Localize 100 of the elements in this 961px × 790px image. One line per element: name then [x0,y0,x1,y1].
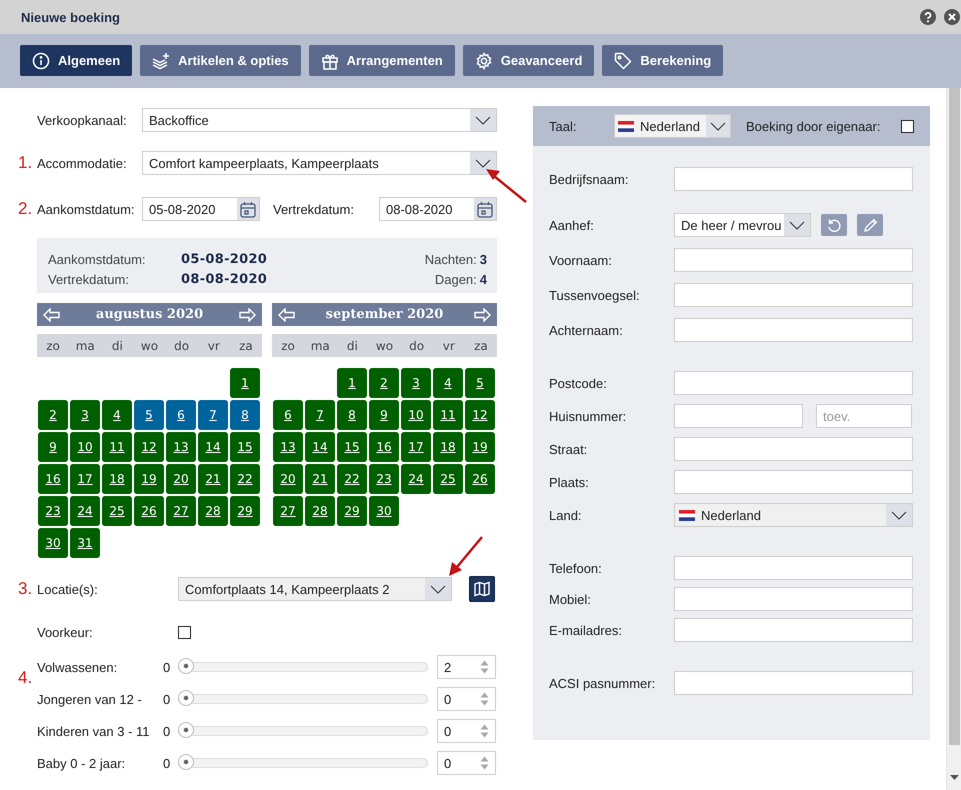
input-field[interactable] [674,248,913,272]
tab[interactable]: Geavanceerd [462,45,594,76]
calendar-day[interactable]: 5 [134,400,164,430]
calendar-day[interactable]: 21 [305,464,335,494]
calendar-day[interactable]: 30 [38,528,68,558]
map-button[interactable] [469,576,495,602]
calendar-day[interactable]: 26 [134,496,164,526]
close-icon[interactable] [944,9,960,25]
checkbox[interactable] [178,626,191,638]
calendar-day[interactable]: 24 [70,496,100,526]
calendar-day[interactable]: 1 [337,368,367,398]
help-icon[interactable] [920,9,936,25]
calendar-day[interactable]: 24 [401,464,431,494]
calendar-day[interactable]: 16 [369,432,399,462]
calendar-day[interactable]: 3 [70,400,100,430]
calendar-day[interactable]: 31 [70,528,100,558]
calendar-day[interactable]: 7 [198,400,228,430]
next-month-icon[interactable] [239,308,256,322]
spinner-arrows-icon[interactable] [480,755,489,771]
checkbox[interactable] [901,120,914,132]
scrollbar[interactable] [946,88,961,790]
calendar-day[interactable]: 28 [305,496,335,526]
calendar-day[interactable]: 15 [337,432,367,462]
slider-thumb[interactable] [178,690,194,706]
calendar-day[interactable]: 20 [166,464,196,494]
calendar-day[interactable]: 17 [401,432,431,462]
calendar-day[interactable]: 15 [230,432,260,462]
departure-date-field[interactable]: 08-08-2020 [379,197,497,221]
calendar-day[interactable]: 9 [38,432,68,462]
calendar-day[interactable]: 13 [166,432,196,462]
reset-button[interactable] [821,214,847,236]
calendar-day[interactable]: 25 [102,496,132,526]
input-field[interactable]: toev. [816,404,912,428]
scroll-down-icon[interactable] [950,775,958,780]
number-field[interactable]: 2 [437,655,496,679]
tab[interactable]: Berekening [602,45,724,76]
previous-month-icon[interactable] [43,308,60,322]
input-field[interactable] [674,470,913,494]
calendar-day[interactable]: 14 [198,432,228,462]
slider-thumb[interactable] [178,658,194,674]
calendar-day[interactable]: 18 [433,432,463,462]
country-select[interactable]: Nederland [674,503,913,527]
input-field[interactable] [674,318,913,342]
calendar-day[interactable]: 7 [305,400,335,430]
tab[interactable]: Arrangementen [308,45,455,76]
calendar-day[interactable]: 17 [70,464,100,494]
calendar-day[interactable]: 14 [305,432,335,462]
calendar-day[interactable]: 22 [230,464,260,494]
language-select[interactable]: Nederland [614,114,731,138]
spinner-arrows-icon[interactable] [480,691,489,707]
calendar-day[interactable]: 13 [273,432,303,462]
accommodation-select[interactable]: Comfort kampeerplaats, Kampeerplaats [142,151,497,175]
input-field[interactable] [674,167,913,191]
calendar-day[interactable]: 10 [70,432,100,462]
input-field[interactable] [674,437,913,461]
calendar-day[interactable]: 10 [401,400,431,430]
calendar-day[interactable]: 2 [38,400,68,430]
calendar-day[interactable]: 16 [38,464,68,494]
scrollbar-thumb[interactable] [948,88,960,745]
calendar-day[interactable]: 22 [337,464,367,494]
next-month-icon[interactable] [474,308,491,322]
calendar-day[interactable]: 5 [465,368,495,398]
calendar-day[interactable]: 23 [369,464,399,494]
calendar-day[interactable]: 8 [230,400,260,430]
number-field[interactable]: 0 [437,687,496,711]
calendar-day[interactable]: 18 [102,464,132,494]
calendar-day[interactable]: 6 [166,400,196,430]
number-field[interactable]: 0 [437,719,496,743]
slider-thumb[interactable] [178,754,194,770]
input-field[interactable] [674,371,913,395]
calendar-day[interactable]: 12 [134,432,164,462]
calendar-icon[interactable] [240,200,256,218]
calendar-day[interactable]: 27 [166,496,196,526]
input-field[interactable] [674,671,913,695]
calendar-day[interactable]: 19 [465,432,495,462]
input-field[interactable] [674,556,913,580]
input-field[interactable] [674,283,913,307]
calendar-day[interactable]: 21 [198,464,228,494]
input-field[interactable] [674,618,913,642]
calendar-day[interactable]: 6 [273,400,303,430]
calendar-day[interactable]: 28 [198,496,228,526]
calendar-day[interactable]: 27 [273,496,303,526]
calendar-day[interactable]: 4 [433,368,463,398]
edit-button[interactable] [857,214,883,236]
calendar-day[interactable]: 8 [337,400,367,430]
calendar-day[interactable]: 30 [369,496,399,526]
input-field[interactable] [674,404,803,428]
sales-channel-select[interactable]: Backoffice [142,108,497,132]
number-field[interactable]: 0 [437,751,496,775]
calendar-day[interactable]: 29 [337,496,367,526]
calendar-day[interactable]: 11 [433,400,463,430]
calendar-day[interactable]: 9 [369,400,399,430]
calendar-day[interactable]: 4 [102,400,132,430]
calendar-day[interactable]: 1 [230,368,260,398]
salutation-select[interactable]: De heer / mevrou [674,213,811,237]
calendar-day[interactable]: 2 [369,368,399,398]
calendar-day[interactable]: 25 [433,464,463,494]
spinner-arrows-icon[interactable] [480,723,489,739]
slider-thumb[interactable] [178,722,194,738]
calendar-day[interactable]: 29 [230,496,260,526]
